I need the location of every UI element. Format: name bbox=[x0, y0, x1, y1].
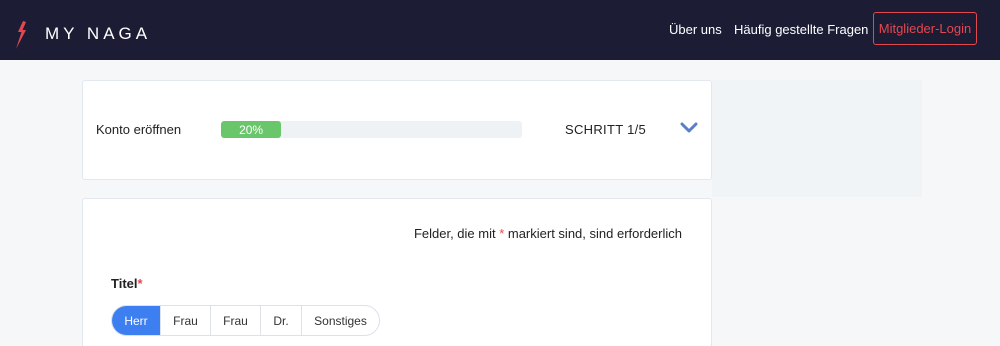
side-panel bbox=[712, 80, 922, 197]
title-label-text: Titel bbox=[111, 276, 138, 291]
title-option-herr[interactable]: Herr bbox=[112, 306, 161, 335]
title-field-label: Titel* bbox=[111, 276, 143, 291]
title-option-dr[interactable]: Dr. bbox=[261, 306, 302, 335]
required-note-prefix: Felder, die mit bbox=[413, 226, 500, 241]
title-option-frau[interactable]: Frau bbox=[161, 306, 211, 335]
progress-card: Konto eröffnen 20% SCHRITT 1/5 bbox=[82, 80, 712, 180]
title-option-frau-2[interactable]: Frau bbox=[211, 306, 261, 335]
logo-text[interactable]: MY NAGA bbox=[45, 24, 151, 44]
flame-logo-icon[interactable] bbox=[14, 21, 28, 49]
title-required-star: * bbox=[137, 276, 143, 291]
required-note-suffix: markiert sind, sind erforderlich bbox=[504, 226, 682, 241]
chevron-down-icon[interactable] bbox=[680, 121, 698, 135]
progress-bar-fill: 20% bbox=[221, 121, 282, 138]
form-card: Felder, die mit * markiert sind, sind er… bbox=[82, 198, 712, 346]
member-login-button[interactable]: Mitglieder-Login bbox=[873, 12, 977, 45]
title-segmented-control: Herr Frau Frau Dr. Sonstiges bbox=[111, 305, 380, 336]
progress-title: Konto eröffnen bbox=[96, 122, 182, 137]
required-fields-note: Felder, die mit * markiert sind, sind er… bbox=[414, 226, 682, 241]
top-navigation-bar: MY NAGA Über uns Häufig gestellte Fragen… bbox=[0, 0, 1000, 60]
nav-link-about[interactable]: Über uns bbox=[669, 22, 722, 37]
title-option-sonstiges[interactable]: Sonstiges bbox=[302, 306, 379, 335]
step-indicator: SCHRITT 1/5 bbox=[565, 122, 647, 137]
nav-link-faq[interactable]: Häufig gestellte Fragen bbox=[734, 22, 868, 37]
progress-bar: 20% bbox=[221, 121, 522, 138]
